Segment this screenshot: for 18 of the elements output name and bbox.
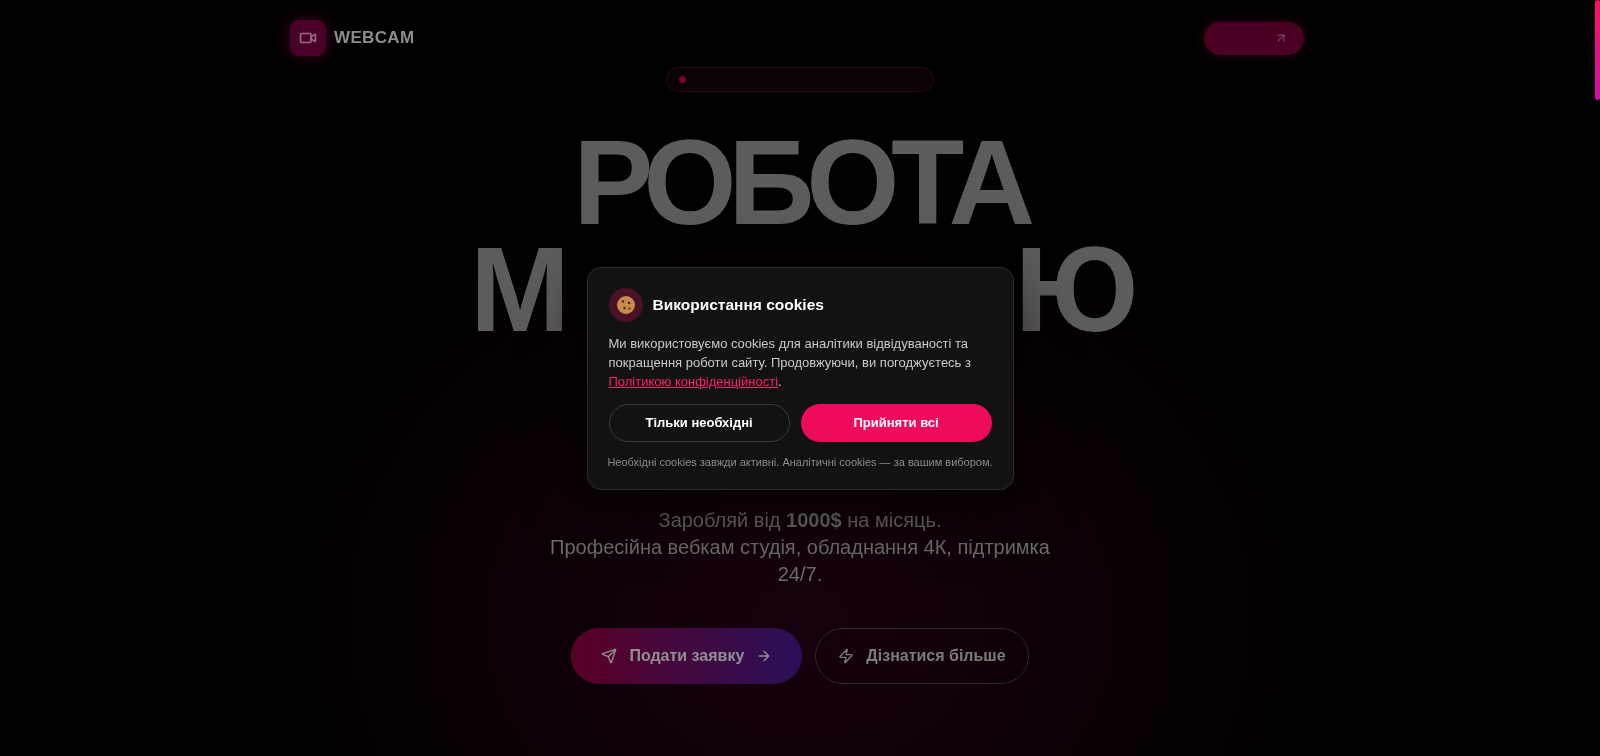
logo-icon[interactable] bbox=[290, 20, 326, 56]
apply-button[interactable]: Подати заявку bbox=[571, 628, 803, 684]
hero-subtitle: Професійна вебкам студія, обладнання 4К, підтримка 24/7. bbox=[549, 535, 1051, 587]
status-dot-icon bbox=[679, 76, 686, 83]
hero-title-letter: Ю bbox=[1014, 236, 1130, 343]
scrollbar-thumb[interactable] bbox=[1595, 0, 1600, 100]
logo-text[interactable]: WEBCAM bbox=[334, 28, 415, 48]
accept-all-button[interactable]: Прийняти всі bbox=[800, 403, 992, 442]
cookie-note: Необхідні cookies завжди активні. Аналітичні cookies — за вашим вибором. bbox=[606, 454, 994, 470]
lightning-icon bbox=[838, 648, 855, 664]
hero-subtitle: Заробляй від 1000$ на місяць. bbox=[657, 508, 943, 533]
menu-button[interactable] bbox=[1204, 21, 1304, 55]
hero-title: РОБОТА bbox=[573, 129, 1027, 236]
cookie-text: Ми використовуємо cookies для аналітики відвідуваності та покращення роботи сайту. Продовжуючи, ви погоджуєтесь з Політикою конфіденційності. bbox=[608, 334, 972, 391]
hero-title-letter: М bbox=[470, 236, 562, 343]
cookie-icon bbox=[608, 287, 643, 322]
send-icon bbox=[601, 648, 618, 664]
dialog-title: Використання cookies bbox=[652, 295, 824, 314]
